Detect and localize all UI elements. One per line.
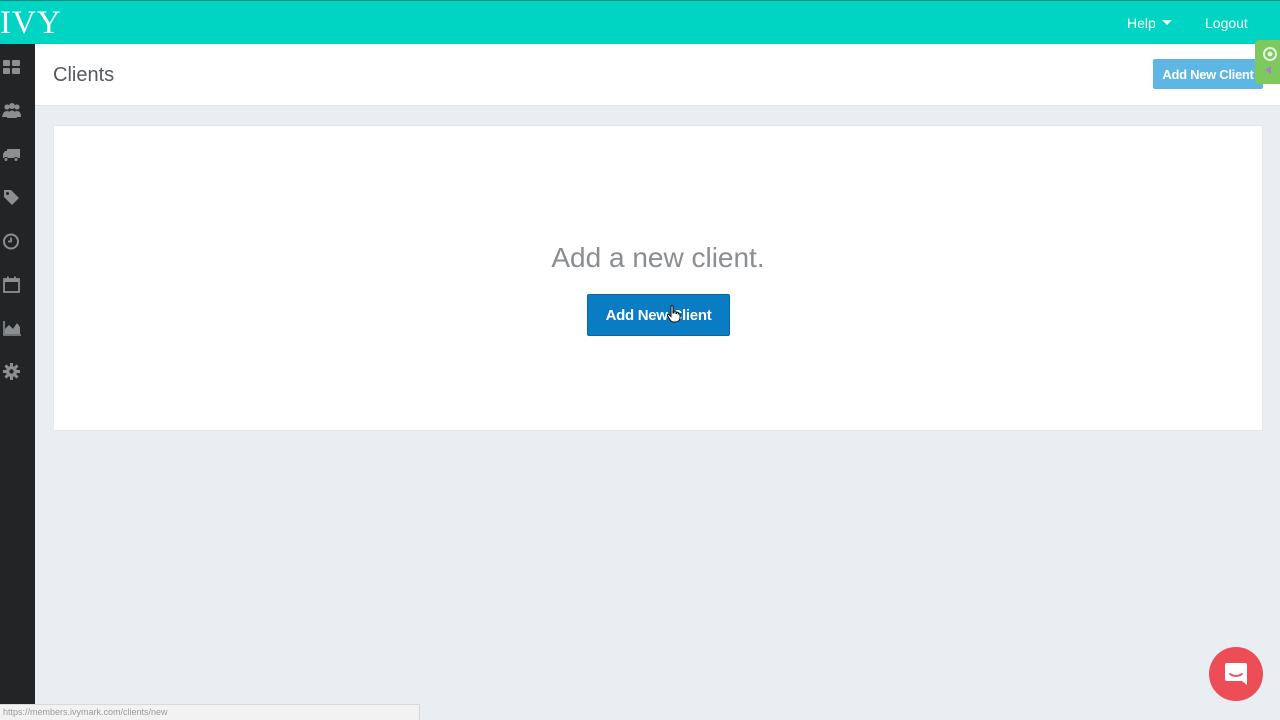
- page-header: Clients Add New Client: [35, 40, 1280, 106]
- chat-launcher-button[interactable]: [1209, 647, 1263, 701]
- clock-icon[interactable]: [2, 232, 21, 251]
- truck-icon[interactable]: [2, 145, 21, 164]
- gear-icon[interactable]: [2, 362, 21, 381]
- logout-link[interactable]: Logout: [1205, 13, 1248, 33]
- calendar-icon[interactable]: [2, 275, 21, 294]
- help-label: Help: [1127, 15, 1156, 31]
- help-menu[interactable]: Help: [1127, 13, 1172, 33]
- ivy-logo[interactable]: IVY: [0, 5, 62, 41]
- chat-icon: [1225, 663, 1247, 685]
- status-bar-url: https://members.ivymark.com/clients/new: [0, 704, 420, 720]
- area-chart-icon[interactable]: [2, 318, 21, 337]
- empty-state-card: Add a new client. Add New Client: [53, 125, 1263, 431]
- empty-state-message: Add a new client.: [551, 242, 765, 273]
- caret-down-icon: [1161, 20, 1172, 25]
- feedback-widget[interactable]: [1255, 40, 1280, 84]
- add-new-client-button[interactable]: Add New Client: [587, 294, 730, 336]
- feedback-icon: [1263, 47, 1277, 74]
- page-title: Clients: [53, 64, 115, 86]
- dashboard-icon[interactable]: [2, 58, 21, 77]
- sidebar: [0, 44, 35, 720]
- tag-icon[interactable]: [2, 188, 21, 207]
- add-new-client-header-button[interactable]: Add New Client: [1153, 59, 1263, 89]
- top-navbar: IVY Help Logout: [0, 0, 1280, 44]
- hand-cursor-icon: [666, 305, 681, 323]
- users-icon[interactable]: [2, 101, 21, 120]
